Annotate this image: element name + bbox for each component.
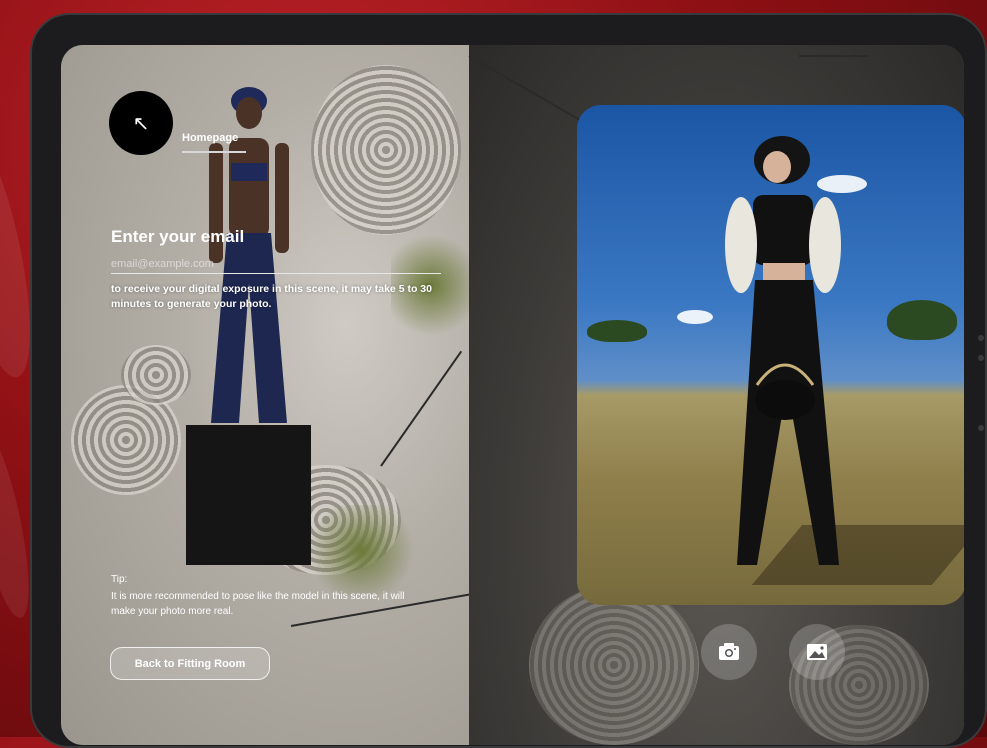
side-button xyxy=(978,335,984,341)
tree-decoration xyxy=(887,300,957,340)
email-description: to receive your digital exposure in this… xyxy=(111,283,432,310)
camera-button[interactable] xyxy=(701,624,757,680)
back-arrow-button[interactable]: ↖ xyxy=(109,91,173,155)
side-button xyxy=(978,425,984,431)
generated-photo-preview xyxy=(577,105,964,605)
image-gallery-icon xyxy=(807,644,827,660)
model-photo-figure xyxy=(725,136,841,565)
app-screen: ↖ Homepage Enter your email to receive y… xyxy=(61,45,964,745)
scene-left-pane xyxy=(61,45,489,745)
tree-decoration xyxy=(587,320,647,342)
homepage-link[interactable]: Homepage xyxy=(182,132,238,144)
arrow-up-left-icon: ↖ xyxy=(132,112,150,135)
pedestal xyxy=(186,425,311,565)
wire-decoration xyxy=(468,55,591,127)
tip-text: It is more recommended to pose like the … xyxy=(111,591,405,617)
homepage-underline xyxy=(182,151,246,153)
fossil-decoration xyxy=(121,345,191,405)
side-button xyxy=(978,355,984,361)
back-to-fitting-room-button[interactable]: Back to Fitting Room xyxy=(110,647,270,680)
page-title: Enter your email xyxy=(111,227,245,246)
fossil-decoration xyxy=(529,585,699,745)
wire-decoration xyxy=(799,55,869,57)
gallery-button[interactable] xyxy=(789,624,845,680)
email-field[interactable] xyxy=(111,255,441,274)
camera-icon xyxy=(719,643,739,660)
tablet-device: ↖ Homepage Enter your email to receive y… xyxy=(30,13,987,748)
wire-decoration xyxy=(380,350,463,467)
fossil-decoration xyxy=(311,65,461,235)
tip-label: Tip: xyxy=(111,574,128,585)
foliage-decoration xyxy=(301,505,421,595)
